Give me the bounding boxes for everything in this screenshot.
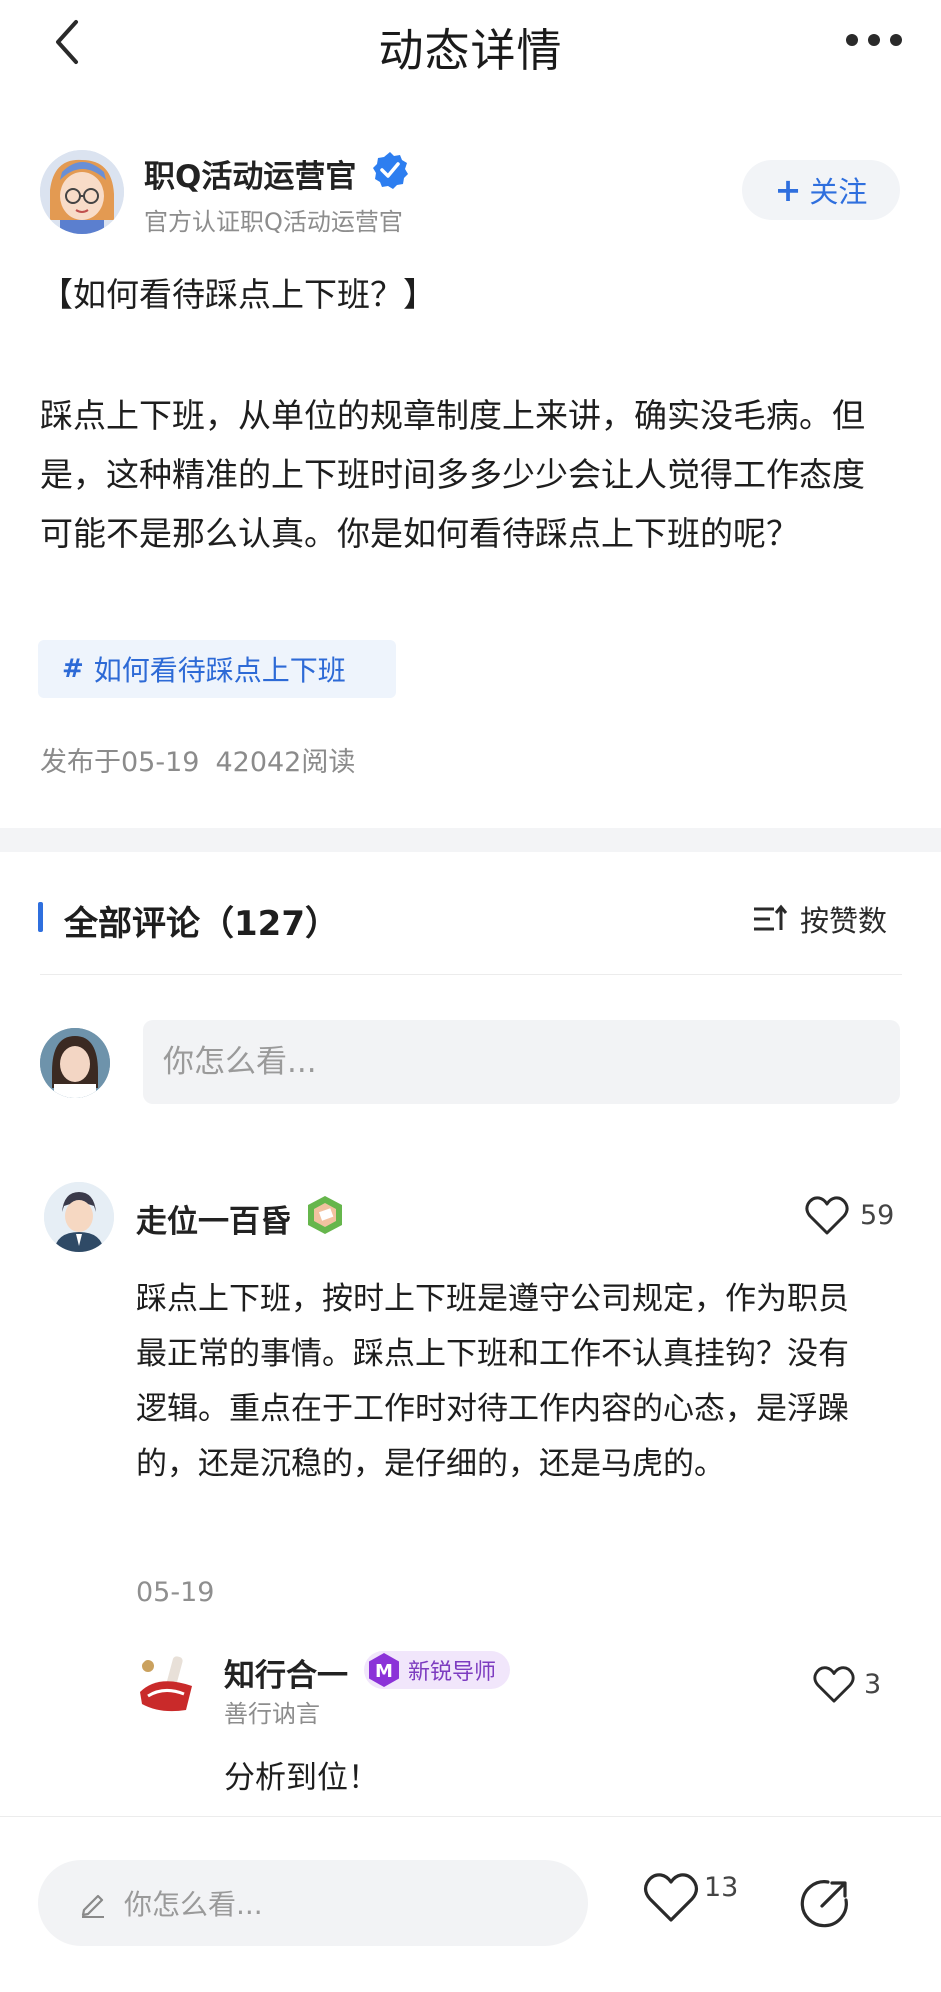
author-avatar-image bbox=[40, 150, 124, 234]
reply-like-count: 3 bbox=[864, 1668, 882, 1700]
user-avatar bbox=[40, 1028, 110, 1098]
page-title: 动态详情 bbox=[378, 24, 563, 77]
sort-icon bbox=[754, 904, 788, 931]
hashtag-icon: # bbox=[62, 654, 84, 684]
commenter-name[interactable]: 走位一百昏 bbox=[136, 1196, 291, 1241]
bottom-comment-input[interactable]: 你怎么看... bbox=[38, 1860, 588, 1946]
reply-like-button[interactable]: 3 bbox=[812, 1664, 881, 1704]
bottom-input-placeholder: 你怎么看... bbox=[124, 1888, 263, 1921]
reply-name[interactable]: 知行合一 bbox=[224, 1650, 348, 1695]
topic-label: 如何看待踩点上下班 bbox=[93, 654, 346, 687]
mentor-m-icon: M bbox=[369, 1653, 399, 1687]
comment-input[interactable] bbox=[143, 1020, 900, 1104]
post-like-count: 13 bbox=[704, 1872, 739, 1903]
mentor-label: 新锐导师 bbox=[408, 1660, 497, 1685]
read-count: 42042阅读 bbox=[215, 747, 356, 778]
bottom-divider bbox=[0, 1816, 941, 1817]
section-accent-bar bbox=[38, 902, 43, 932]
verified-icon bbox=[373, 152, 408, 189]
mentor-letter: M bbox=[375, 1661, 393, 1682]
header-bar: 动态详情 bbox=[0, 0, 941, 90]
heart-icon[interactable] bbox=[642, 1870, 700, 1924]
share-icon[interactable] bbox=[798, 1876, 852, 1930]
reply-avatar-image bbox=[134, 1652, 202, 1720]
like-count: 59 bbox=[860, 1199, 895, 1231]
sort-button[interactable]: 按赞数 bbox=[752, 898, 887, 940]
follow-button[interactable]: + 关注 bbox=[742, 160, 900, 220]
author-name[interactable]: 职Q活动运营官 bbox=[144, 151, 356, 196]
level-badge-icon bbox=[308, 1196, 342, 1234]
heart-icon bbox=[805, 1196, 849, 1235]
comment-date: 05-19 bbox=[136, 1577, 215, 1608]
commenter-avatar[interactable] bbox=[44, 1182, 114, 1252]
post-meta: 发布于05-19 42042阅读 bbox=[40, 740, 355, 779]
follow-label: 关注 bbox=[809, 175, 868, 209]
comments-title: 全部评论（127） bbox=[64, 904, 339, 944]
section-divider bbox=[0, 828, 941, 852]
mentor-badge: M 新锐导师 bbox=[364, 1651, 511, 1689]
author-subtitle: 官方认证职Q活动运营官 bbox=[144, 208, 403, 236]
comment-like-button[interactable]: 59 bbox=[804, 1194, 894, 1236]
sort-label: 按赞数 bbox=[800, 904, 888, 938]
topic-tag[interactable]: # 如何看待踩点上下班 bbox=[38, 640, 396, 698]
reply-body: 分析到位！ bbox=[224, 1760, 379, 1796]
more-icon[interactable] bbox=[846, 30, 904, 50]
heart-icon bbox=[813, 1666, 855, 1703]
reply-subtitle: 善行讷言 bbox=[224, 1700, 320, 1728]
comment-body: 踩点上下班，按时上下班是遵守公司规定，作为职员最正常的事情。踩点上下班和工作不认… bbox=[136, 1281, 849, 1482]
commenter-avatar-image bbox=[44, 1182, 114, 1252]
plus-icon: + bbox=[774, 171, 802, 209]
post-title: 【如何看待踩点上下班？】 bbox=[40, 275, 436, 314]
reply-avatar[interactable] bbox=[134, 1652, 202, 1720]
author-avatar[interactable] bbox=[40, 150, 124, 234]
divider bbox=[40, 974, 902, 975]
post-body: 踩点上下班，从单位的规章制度上来讲，确实没毛病。但是，这种精准的上下班时间多多少… bbox=[40, 396, 865, 553]
user-avatar-image bbox=[40, 1028, 110, 1098]
publish-date: 发布于05-19 bbox=[40, 747, 200, 778]
pen-icon bbox=[81, 1894, 104, 1918]
